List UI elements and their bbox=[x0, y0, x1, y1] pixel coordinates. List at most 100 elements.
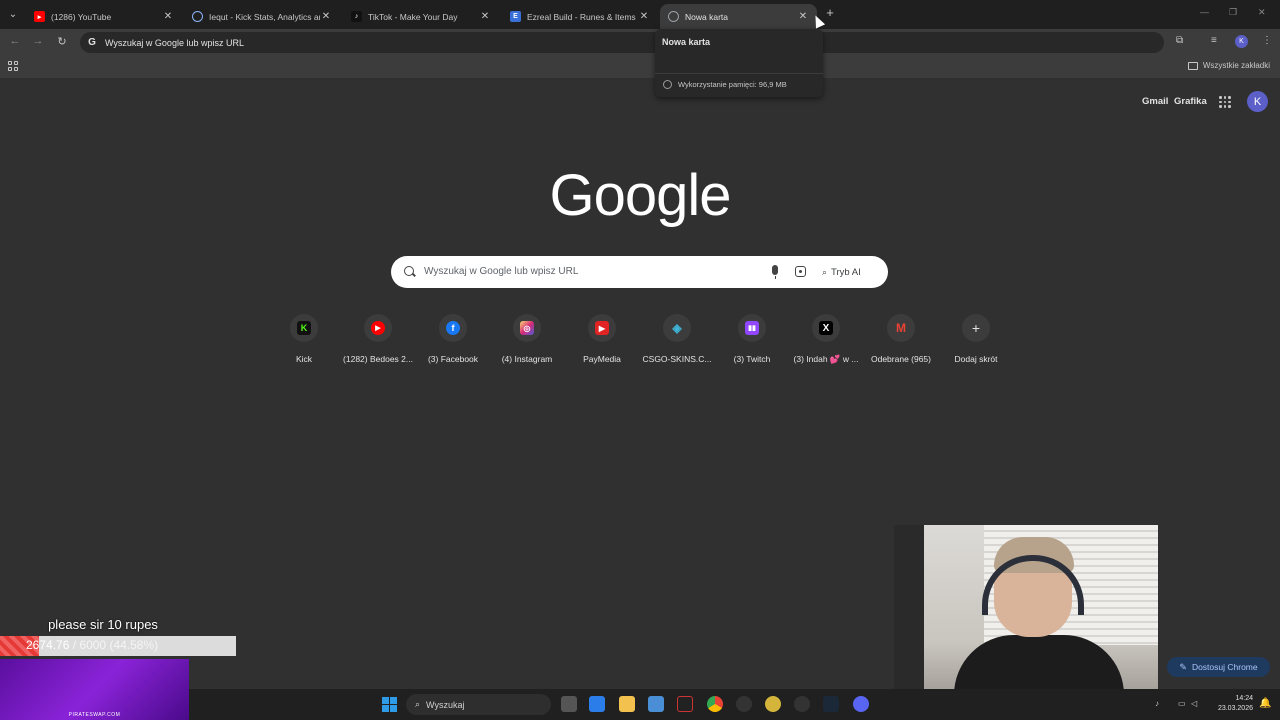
stats-icon bbox=[192, 11, 203, 22]
promo-text: PIRATESWAP.COM bbox=[68, 712, 121, 718]
ai-mode-label: Tryb AI bbox=[831, 266, 861, 278]
chrome-icon bbox=[668, 11, 679, 22]
notification-bell-icon[interactable]: 🔔 bbox=[1259, 698, 1271, 709]
shortcut-label: Kick bbox=[295, 354, 313, 364]
customize-chrome-button[interactable]: ✎ Dostosuj Chrome bbox=[1167, 657, 1270, 677]
images-link[interactable]: Grafika bbox=[1174, 96, 1207, 107]
ai-mode-button[interactable]: ⌕ Tryb AI bbox=[822, 263, 861, 281]
google-apps-icon[interactable] bbox=[1219, 96, 1231, 108]
shortcut-csgo-skins[interactable]: ◈ CSGO-SKINS.C... bbox=[641, 312, 713, 372]
close-icon[interactable]: ✕ bbox=[797, 11, 809, 22]
close-icon[interactable]: ✕ bbox=[479, 11, 491, 22]
steam-icon[interactable] bbox=[823, 696, 839, 712]
shortcut-label: PayMedia bbox=[583, 354, 621, 364]
hover-card-title: Nowa karta bbox=[662, 37, 711, 47]
shortcut-x[interactable]: X (3) Indah 💕 w ... bbox=[790, 312, 862, 372]
ezreal-icon: E bbox=[510, 11, 521, 22]
reload-icon[interactable]: ↻ bbox=[55, 35, 69, 48]
close-icon[interactable]: ✕ bbox=[162, 11, 174, 22]
search-icon: ⌕ bbox=[415, 699, 421, 709]
windows-taskbar: ⌕ Wyszukaj ♪ ▭ ◁ 14:24 23.03.2026 🔔 bbox=[189, 689, 1280, 720]
google-lens-icon[interactable] bbox=[795, 266, 806, 277]
goal-separator: / bbox=[69, 638, 80, 652]
taskbar-search[interactable]: ⌕ Wyszukaj bbox=[406, 694, 551, 715]
shortcut-twitch[interactable]: ▮▮ (3) Twitch bbox=[716, 312, 788, 372]
shortcut-paymedia[interactable]: ▶ PayMedia bbox=[566, 312, 638, 372]
obs-second-icon[interactable] bbox=[794, 696, 810, 712]
task-view-icon[interactable] bbox=[561, 696, 577, 712]
shortcut-kick[interactable]: K Kick bbox=[268, 312, 340, 372]
tab-new-tab[interactable]: Nowa karta ✕ bbox=[660, 4, 817, 29]
file-explorer-icon[interactable] bbox=[619, 696, 635, 712]
shortcut-facebook[interactable]: f (3) Facebook bbox=[417, 312, 489, 372]
shortcut-youtube[interactable]: ▶ (1282) Bedoes 2... bbox=[342, 312, 414, 372]
extensions-icon[interactable]: ⧉ bbox=[1176, 35, 1183, 46]
close-icon[interactable]: ✕ bbox=[638, 11, 650, 22]
microphone-icon[interactable] bbox=[772, 265, 778, 279]
app-icon[interactable] bbox=[765, 696, 781, 712]
google-logo: Google bbox=[549, 163, 731, 228]
shortcut-label: (1282) Bedoes 2... bbox=[343, 354, 413, 364]
bookmarks-bar: Wszystkie zakładki bbox=[0, 56, 1280, 78]
tab-iequt[interactable]: Iequt - Kick Stats, Analytics and ✕ bbox=[184, 4, 340, 29]
search-box[interactable]: Wyszukaj w Google lub wpisz URL ⌕ Tryb A… bbox=[391, 256, 888, 288]
goal-percent: (44.58%) bbox=[109, 638, 159, 652]
tab-youtube[interactable]: ▸ (1286) YouTube ✕ bbox=[26, 4, 182, 29]
ai-mode-icon: ⌕ bbox=[822, 266, 828, 277]
tab-title: Ezreal Build - Runes & Items Pa bbox=[527, 11, 638, 22]
x-icon: X bbox=[812, 314, 840, 342]
forward-arrow-icon[interactable]: → bbox=[31, 35, 45, 47]
volume-icon[interactable]: ◁ bbox=[1191, 699, 1197, 708]
shortcut-gmail[interactable]: M Odebrane (965) bbox=[865, 312, 937, 372]
shortcut-label: CSGO-SKINS.C... bbox=[642, 354, 712, 364]
google-g-icon: G bbox=[88, 37, 96, 48]
window-close-icon[interactable]: ✕ bbox=[1258, 7, 1266, 18]
promo-banner: PIRATESWAP.COM bbox=[0, 659, 189, 720]
new-tab-plus-icon[interactable]: + bbox=[823, 6, 837, 20]
discord-icon[interactable] bbox=[853, 696, 869, 712]
search-input-placeholder[interactable]: Wyszukaj w Google lub wpisz URL bbox=[424, 266, 578, 277]
folder-icon bbox=[1187, 61, 1198, 70]
shortcut-add[interactable]: + Dodaj skrót bbox=[940, 312, 1012, 372]
memory-usage-text: Wykorzystanie pamięci: 96,9 MB bbox=[678, 80, 787, 89]
clock-time: 14:24 bbox=[1235, 695, 1253, 702]
customize-chrome-label: Dostosuj Chrome bbox=[1191, 662, 1258, 672]
microphone-tray-icon[interactable]: ♪ bbox=[1155, 699, 1159, 708]
screen: ⌄ ▸ (1286) YouTube ✕ Iequt - Kick Stats,… bbox=[0, 0, 1280, 720]
minimize-icon[interactable]: — bbox=[1200, 7, 1209, 17]
clock-date: 23.03.2026 bbox=[1217, 705, 1253, 712]
shortcut-instagram[interactable]: ◎ (4) Instagram bbox=[491, 312, 563, 372]
plus-icon: + bbox=[962, 314, 990, 342]
all-bookmarks-label: Wszystkie zakładki bbox=[1202, 61, 1270, 70]
tab-title: Iequt - Kick Stats, Analytics and bbox=[209, 11, 320, 22]
account-avatar[interactable]: K bbox=[1247, 91, 1268, 112]
riot-client-icon[interactable] bbox=[677, 696, 693, 712]
obs-icon[interactable] bbox=[736, 696, 752, 712]
tab-title: Nowa karta bbox=[685, 11, 728, 22]
search-icon bbox=[404, 266, 414, 276]
goal-current: 2674.76 bbox=[26, 638, 70, 652]
shortcut-label: (3) Indah 💕 w ... bbox=[793, 354, 859, 364]
store-icon[interactable] bbox=[648, 696, 664, 712]
apps-grid-icon[interactable] bbox=[8, 61, 18, 71]
tiktok-icon: ♪ bbox=[351, 11, 362, 22]
tab-title: (1286) YouTube bbox=[51, 11, 112, 22]
tab-ezreal[interactable]: E Ezreal Build - Runes & Items Pa ✕ bbox=[502, 4, 658, 29]
paymedia-icon: ▶ bbox=[588, 314, 616, 342]
network-icon[interactable]: ▭ bbox=[1178, 699, 1186, 708]
address-bar[interactable]: G Wyszukaj w Google lub wpisz URL bbox=[80, 32, 1164, 53]
tab-tiktok[interactable]: ♪ TikTok - Make Your Day ✕ bbox=[343, 4, 499, 29]
maximize-icon[interactable]: ❐ bbox=[1229, 7, 1237, 18]
more-menu-icon[interactable]: ⋮ bbox=[1262, 35, 1272, 46]
all-bookmarks-button[interactable]: Wszystkie zakładki bbox=[1187, 61, 1270, 70]
gmail-link[interactable]: Gmail bbox=[1142, 96, 1168, 107]
reading-mode-icon[interactable]: ≡ bbox=[1211, 35, 1217, 46]
chrome-icon[interactable] bbox=[707, 696, 723, 712]
profile-avatar[interactable]: K bbox=[1235, 35, 1248, 48]
tab-search-chevron-icon[interactable]: ⌄ bbox=[4, 5, 22, 23]
mail-icon[interactable] bbox=[589, 696, 605, 712]
taskbar-clock[interactable]: 14:24 23.03.2026 bbox=[1209, 694, 1253, 714]
close-icon[interactable]: ✕ bbox=[320, 11, 332, 22]
back-arrow-icon[interactable]: ← bbox=[8, 35, 22, 47]
windows-start-icon[interactable] bbox=[382, 697, 397, 712]
